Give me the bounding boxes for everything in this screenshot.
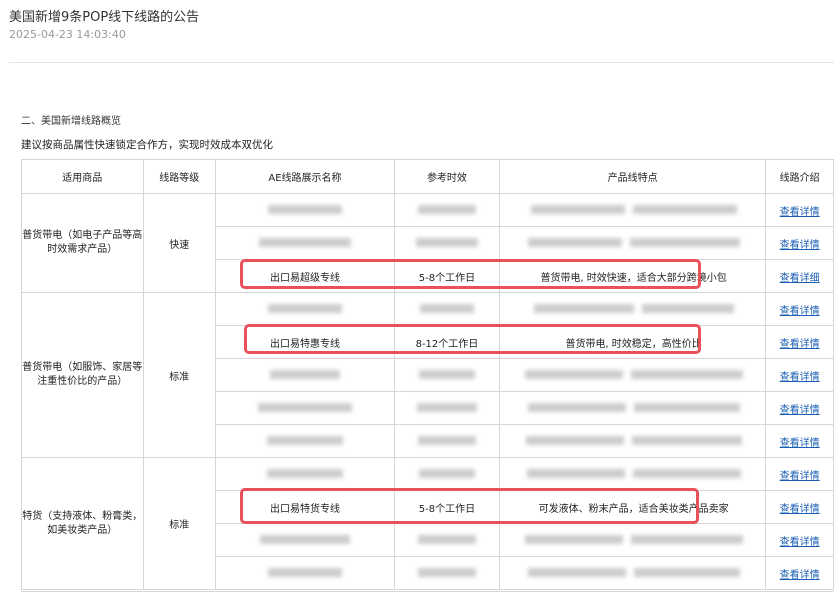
detail-link[interactable]: 查看详情	[780, 570, 820, 581]
detail-cell: 查看详情	[765, 325, 834, 359]
redacted-cell	[215, 358, 395, 392]
redacted-cell	[215, 424, 395, 458]
route-time-cell: 8-12个工作日	[393, 325, 500, 359]
detail-link[interactable]: 查看详情	[780, 207, 820, 218]
route-features-cell: 普货带电, 时效快速，适合大部分跨境小包	[498, 259, 767, 293]
product-cell: 特货（支持液体、粉膏类，如美妆类产品）	[21, 457, 144, 590]
detail-cell: 查看详情	[765, 391, 834, 425]
table-header-row: 适用商品 线路等级 AE线路展示名称 参考时效 产品线特点 线路介绍	[21, 159, 834, 194]
detail-link[interactable]: 查看详情	[780, 306, 820, 317]
redacted-cell	[498, 358, 767, 392]
redacted-cell	[393, 358, 500, 392]
redacted-cell	[393, 424, 500, 458]
redacted-cell	[498, 193, 767, 227]
detail-link[interactable]: 查看详情	[780, 537, 820, 548]
header-intro: 线路介绍	[765, 159, 834, 194]
detail-cell: 查看详情	[765, 226, 834, 260]
redacted-cell	[215, 292, 395, 326]
route-table: 适用商品 线路等级 AE线路展示名称 参考时效 产品线特点 线路介绍 普货带电（…	[21, 159, 834, 590]
detail-link[interactable]: 查看详细	[780, 273, 820, 284]
redacted-cell	[498, 523, 767, 557]
table-bottom-border	[21, 591, 833, 592]
level-cell: 标准	[142, 292, 217, 458]
product-cell: 普货带电（如电子产品等高时效需求产品）	[21, 193, 144, 293]
redacted-cell	[215, 226, 395, 260]
redacted-cell	[498, 226, 767, 260]
header-product: 适用商品	[21, 159, 144, 194]
header-level: 线路等级	[142, 159, 217, 194]
header-features: 产品线特点	[498, 159, 767, 194]
table-row: 普货带电（如电子产品等高时效需求产品） 快速 查看详情	[21, 193, 834, 293]
redacted-cell	[393, 523, 500, 557]
redacted-cell	[215, 193, 395, 227]
publish-timestamp: 2025-04-23 14:03:40	[9, 28, 126, 41]
redacted-cell	[215, 523, 395, 557]
section-heading: 二、美国新增线路概览	[21, 116, 121, 127]
redacted-cell	[393, 391, 500, 425]
detail-cell: 查看详情	[765, 358, 834, 392]
table-row: 特货（支持液体、粉膏类，如美妆类产品） 标准 查看详情	[21, 457, 834, 590]
detail-link[interactable]: 查看详情	[780, 438, 820, 449]
detail-cell: 查看详情	[765, 556, 834, 590]
redacted-cell	[393, 193, 500, 227]
section-subtitle: 建议按商品属性快速锁定合作方，实现时效成本双优化	[21, 139, 273, 151]
detail-cell: 查看详情	[765, 490, 834, 524]
redacted-cell	[498, 556, 767, 590]
redacted-cell	[215, 556, 395, 590]
redacted-cell	[498, 424, 767, 458]
route-name-cell: 出口易特货专线	[215, 490, 395, 524]
product-cell: 普货带电（如服饰、家居等注重性价比的产品）	[21, 292, 144, 458]
detail-link[interactable]: 查看详情	[780, 240, 820, 251]
route-features-cell: 可发液体、粉末产品，适合美妆类产品卖家	[498, 490, 767, 524]
detail-link[interactable]: 查看详情	[780, 504, 820, 515]
redacted-cell	[393, 292, 500, 326]
header-time: 参考时效	[393, 159, 500, 194]
article-title: 美国新增9条POP线下线路的公告	[9, 10, 200, 25]
detail-cell: 查看详情	[765, 424, 834, 458]
redacted-cell	[498, 457, 767, 491]
redacted-cell	[393, 556, 500, 590]
route-name-cell: 出口易超级专线	[215, 259, 395, 293]
route-name-cell: 出口易特惠专线	[215, 325, 395, 359]
detail-cell: 查看详细	[765, 259, 834, 293]
redacted-cell	[498, 292, 767, 326]
table-row: 普货带电（如服饰、家居等注重性价比的产品） 标准 查看详情	[21, 292, 834, 458]
route-time-cell: 5-8个工作日	[393, 259, 500, 293]
detail-cell: 查看详情	[765, 457, 834, 491]
detail-cell: 查看详情	[765, 193, 834, 227]
detail-link[interactable]: 查看详情	[780, 471, 820, 482]
level-cell: 快速	[142, 193, 217, 293]
redacted-cell	[498, 391, 767, 425]
redacted-cell	[393, 226, 500, 260]
header-name: AE线路展示名称	[215, 159, 395, 194]
detail-cell: 查看详情	[765, 292, 834, 326]
level-cell: 标准	[142, 457, 217, 590]
route-features-cell: 普货带电, 时效稳定，高性价比	[498, 325, 767, 359]
redacted-cell	[215, 391, 395, 425]
detail-link[interactable]: 查看详情	[780, 372, 820, 383]
detail-link[interactable]: 查看详情	[780, 405, 820, 416]
redacted-cell	[215, 457, 395, 491]
detail-link[interactable]: 查看详情	[780, 339, 820, 350]
detail-cell: 查看详情	[765, 523, 834, 557]
route-time-cell: 5-8个工作日	[393, 490, 500, 524]
redacted-cell	[393, 457, 500, 491]
header-divider	[9, 62, 834, 63]
